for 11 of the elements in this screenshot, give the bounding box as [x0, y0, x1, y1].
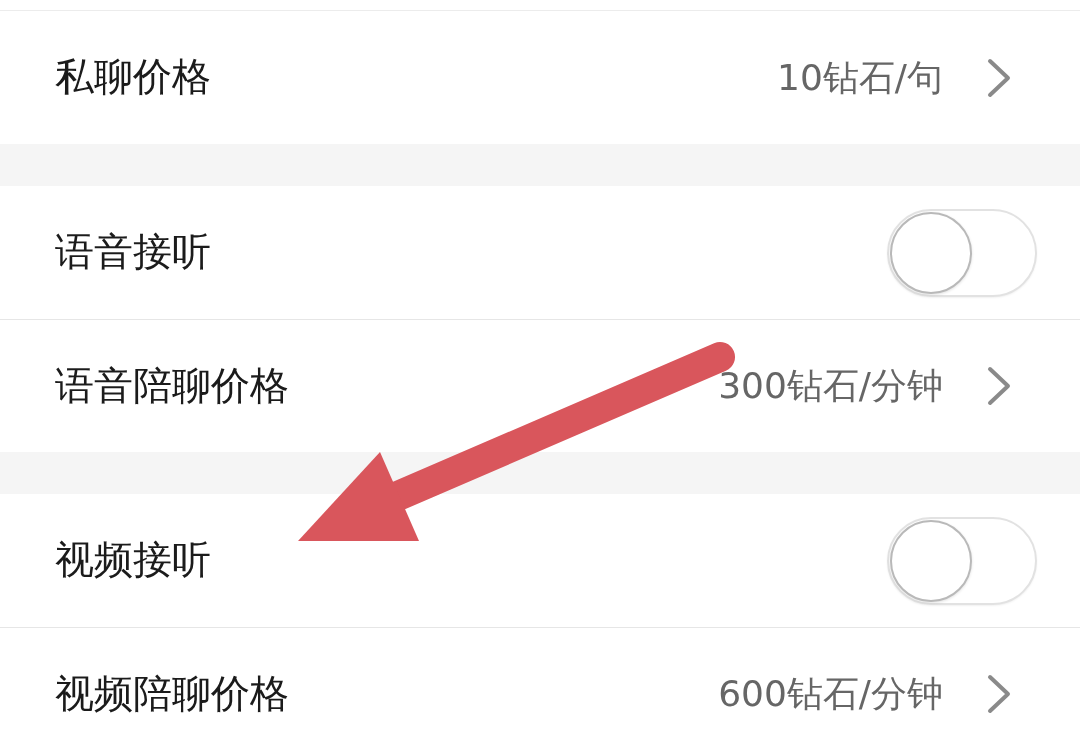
chevron-right-icon [987, 366, 1011, 406]
chevron-right-icon [987, 674, 1011, 714]
row-label: 语音陪聊价格 [55, 362, 289, 410]
row-value: 600钻石/分钟 [718, 672, 943, 716]
row-value: 10钻石/句 [777, 55, 943, 100]
row-label: 视频接听 [55, 537, 211, 584]
row-value: 300钻石/分钟 [718, 364, 943, 408]
row-label: 视频陪聊价格 [55, 670, 289, 718]
row-label: 语音接听 [55, 229, 211, 276]
row-label: 私聊价格 [55, 54, 211, 101]
chevron-right-icon [987, 57, 1011, 98]
